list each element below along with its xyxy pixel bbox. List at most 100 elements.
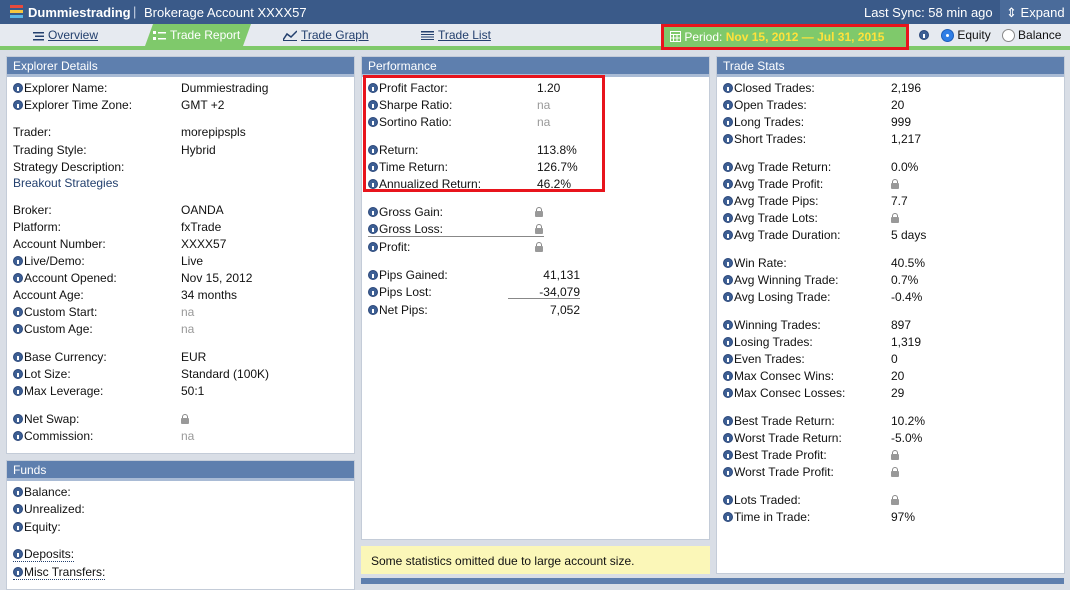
info-icon[interactable] xyxy=(723,275,733,285)
info-icon[interactable] xyxy=(723,258,733,268)
stat-row: Explorer Time Zone: GMT +2 xyxy=(13,98,343,114)
stat-label[interactable]: Broker: xyxy=(13,203,52,217)
info-icon[interactable] xyxy=(13,567,23,577)
info-icon[interactable] xyxy=(723,388,733,398)
info-icon[interactable] xyxy=(723,134,733,144)
title-separator: | xyxy=(133,4,137,19)
info-icon[interactable] xyxy=(723,371,733,381)
info-icon[interactable] xyxy=(13,83,23,93)
stat-label[interactable]: Deposits: xyxy=(24,547,74,561)
stat-row: Best Trade Return: 10.2% xyxy=(723,414,1053,430)
stat-value: Dummiestrading xyxy=(181,81,269,95)
info-icon[interactable] xyxy=(13,522,23,532)
info-icon[interactable] xyxy=(723,230,733,240)
equity-radio[interactable] xyxy=(941,29,955,42)
stat-row: Open Trades: 20 xyxy=(723,98,1053,114)
divider xyxy=(508,298,580,299)
expand-button[interactable]: ⇕ Expand xyxy=(1000,0,1070,24)
stat-value: 41,131 xyxy=(543,268,580,282)
stat-row: Avg Trade Pips: 7.7 xyxy=(723,194,1053,210)
stat-row: Live/Demo: Live xyxy=(13,254,343,270)
balance-label[interactable]: Balance xyxy=(1018,28,1061,42)
tab-overview[interactable]: Overview xyxy=(33,24,133,46)
info-icon[interactable] xyxy=(723,100,733,110)
info-icon[interactable] xyxy=(723,450,733,460)
tab-trade-list[interactable]: Trade List xyxy=(421,24,511,46)
stat-label: Avg Trade Duration: xyxy=(734,228,841,242)
info-icon[interactable] xyxy=(368,270,378,280)
info-icon[interactable] xyxy=(368,305,378,315)
info-icon[interactable] xyxy=(13,100,23,110)
stat-row: Base Currency: EUR xyxy=(13,350,343,366)
info-icon[interactable] xyxy=(723,83,733,93)
info-icon[interactable] xyxy=(13,549,23,559)
stat-label: Live/Demo: xyxy=(24,254,85,268)
top-bar: Dummiestrading | Brokerage Account XXXX5… xyxy=(0,0,1070,24)
info-icon[interactable] xyxy=(723,354,733,364)
stat-label: Max Leverage: xyxy=(24,384,104,398)
period-selector[interactable]: Period: Nov 15, 2012 — Jul 31, 2015 xyxy=(661,24,909,50)
funds-header: Funds xyxy=(7,461,354,481)
info-icon[interactable] xyxy=(368,287,378,297)
equity-label[interactable]: Equity xyxy=(957,28,990,42)
info-icon[interactable] xyxy=(723,512,733,522)
tab-trade-report[interactable]: Trade Report xyxy=(145,24,251,46)
stat-row: Balance: xyxy=(13,485,343,501)
stat-value: Live xyxy=(181,254,204,268)
stat-row: Broker: OANDA xyxy=(13,203,343,219)
info-icon[interactable] xyxy=(13,487,23,497)
stat-row: Custom Start: na xyxy=(13,305,343,321)
stat-row: Avg Trade Profit: xyxy=(723,177,1053,193)
stat-row: Avg Winning Trade: 0.7% xyxy=(723,273,1053,289)
stat-row: Max Consec Wins: 20 xyxy=(723,369,1053,385)
stat-label: Pips Gained: xyxy=(379,268,448,282)
stat-row: Win Rate: 40.5% xyxy=(723,256,1053,272)
stat-value: 7.7 xyxy=(891,194,908,208)
info-icon[interactable] xyxy=(368,207,378,217)
info-icon[interactable] xyxy=(723,117,733,127)
tab-trade-graph[interactable]: Trade Graph xyxy=(282,24,383,46)
stat-value: fxTrade xyxy=(181,220,222,234)
divider xyxy=(368,236,544,237)
explorer-details-header: Explorer Details xyxy=(7,57,354,77)
stat-label: Base Currency: xyxy=(24,350,107,364)
info-icon[interactable] xyxy=(13,369,23,379)
tab-trade-report-label: Trade Report xyxy=(170,28,241,42)
stat-label: Pips Lost: xyxy=(379,285,432,299)
info-icon[interactable] xyxy=(919,30,929,40)
stat-value[interactable]: morepipspls xyxy=(181,125,246,139)
info-icon[interactable] xyxy=(13,352,23,362)
info-icon[interactable] xyxy=(723,467,733,477)
info-icon[interactable] xyxy=(723,162,733,172)
info-icon[interactable] xyxy=(723,320,733,330)
info-icon[interactable] xyxy=(723,196,733,206)
expand-label: Expand xyxy=(1020,5,1065,20)
info-icon[interactable] xyxy=(13,504,23,514)
info-icon[interactable] xyxy=(723,495,733,505)
info-icon[interactable] xyxy=(723,337,733,347)
info-icon[interactable] xyxy=(723,433,733,443)
stat-label: Unrealized: xyxy=(24,502,85,516)
stat-row: Best Trade Profit: xyxy=(723,448,1053,464)
table-icon xyxy=(421,31,434,40)
stat-value[interactable]: OANDA xyxy=(181,203,224,217)
info-icon[interactable] xyxy=(13,324,23,334)
stat-label[interactable]: Misc Transfers: xyxy=(24,565,105,579)
info-icon[interactable] xyxy=(723,179,733,189)
info-icon[interactable] xyxy=(13,414,23,424)
stat-row: Even Trades: 0 xyxy=(723,352,1053,368)
info-icon[interactable] xyxy=(368,224,378,234)
balance-radio[interactable] xyxy=(1002,29,1016,42)
info-icon[interactable] xyxy=(723,213,733,223)
stat-label[interactable]: Trader: xyxy=(13,125,51,139)
info-icon[interactable] xyxy=(13,307,23,317)
info-icon[interactable] xyxy=(13,386,23,396)
stat-value: 897 xyxy=(891,318,912,332)
info-icon[interactable] xyxy=(368,242,378,252)
info-icon[interactable] xyxy=(723,416,733,426)
info-icon[interactable] xyxy=(13,256,23,266)
info-icon[interactable] xyxy=(13,431,23,441)
info-icon[interactable] xyxy=(723,292,733,302)
info-icon[interactable] xyxy=(13,273,23,283)
stat-row: Platform: fxTrade xyxy=(13,220,343,236)
